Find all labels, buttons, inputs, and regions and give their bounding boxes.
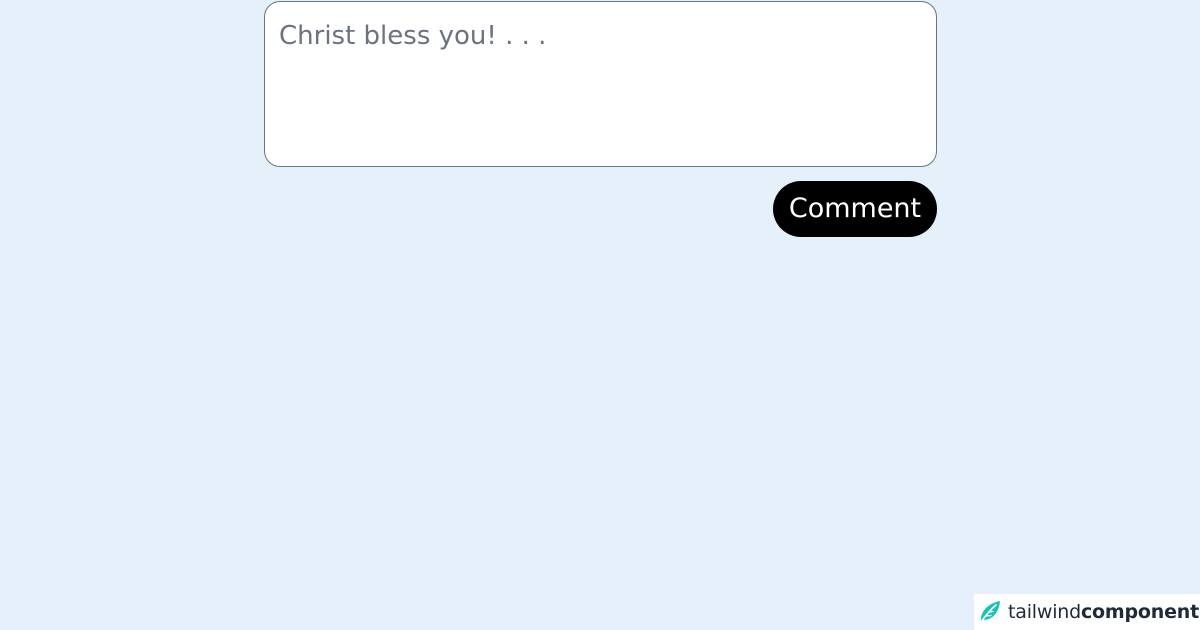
- leaf-icon: [977, 599, 1003, 625]
- comment-box: [264, 1, 937, 167]
- tailwindcomponents-watermark[interactable]: tailwind components: [974, 594, 1200, 630]
- comment-textarea[interactable]: [265, 2, 936, 166]
- comment-button[interactable]: Comment: [773, 181, 937, 237]
- watermark-brand-light: tailwind: [1008, 601, 1081, 623]
- watermark-brand-bold: components: [1080, 601, 1200, 623]
